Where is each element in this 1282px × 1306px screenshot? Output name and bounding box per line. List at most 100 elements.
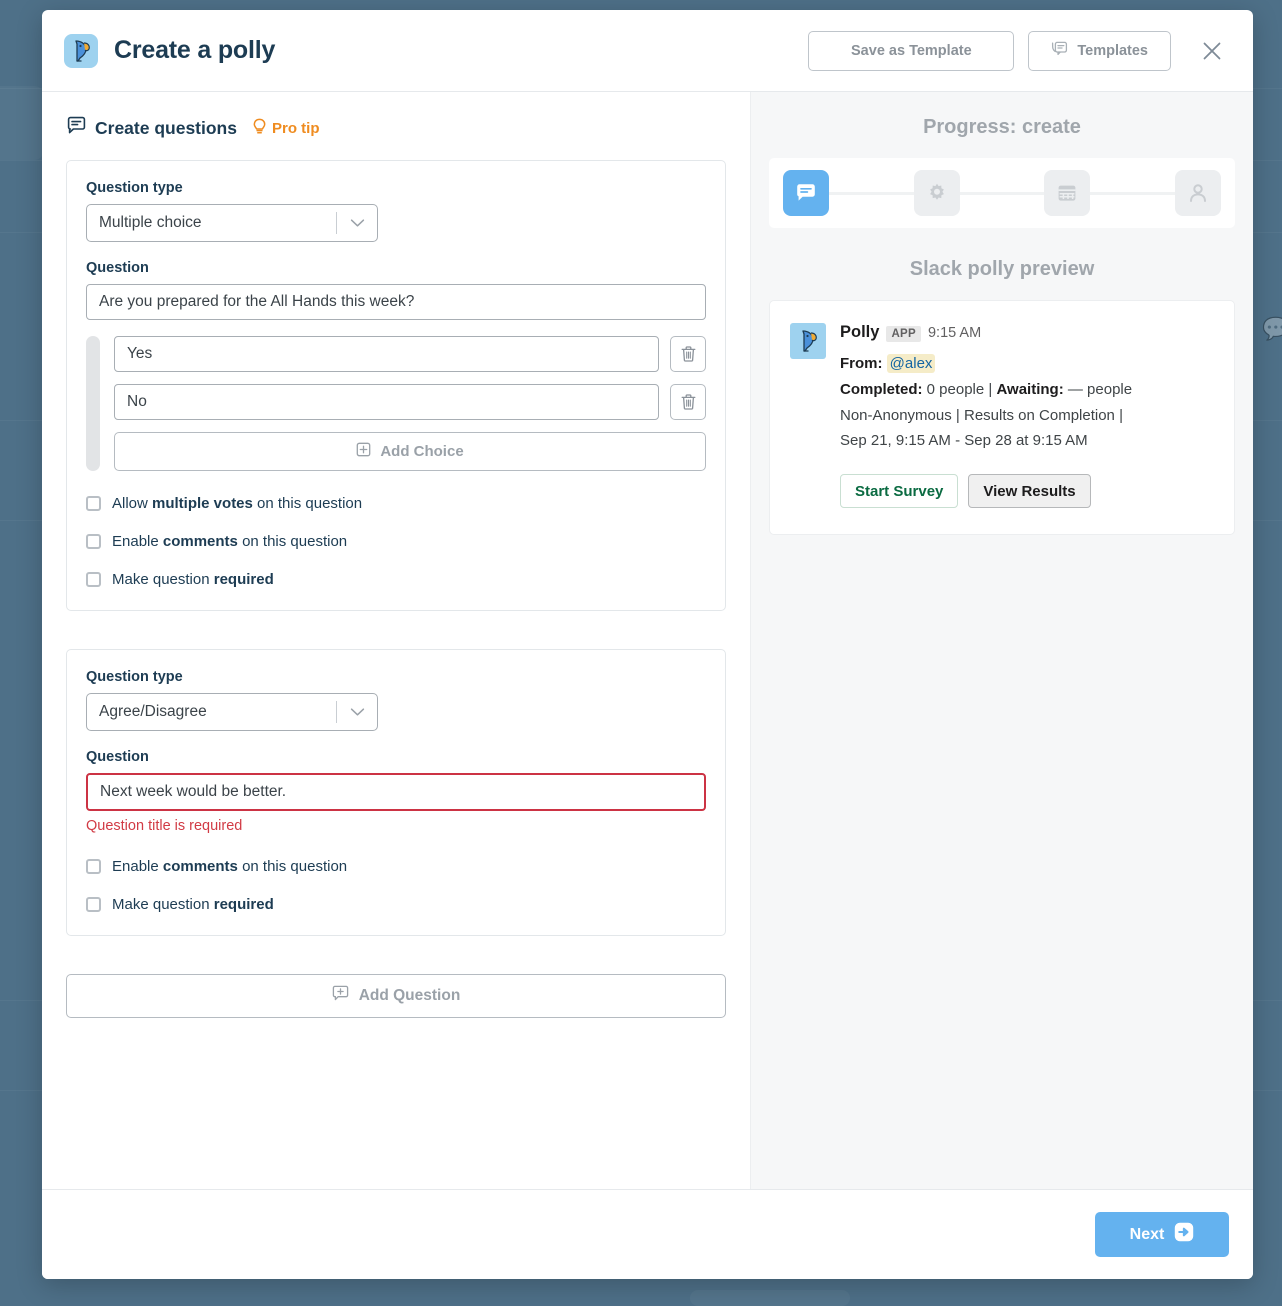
templates-button[interactable]: Templates bbox=[1028, 30, 1171, 71]
option-label: Make question required bbox=[112, 896, 274, 913]
question-type-value: Multiple choice bbox=[99, 214, 202, 231]
settings-line: Non-Anonymous | Results on Completion | bbox=[840, 403, 1214, 429]
from-line: From: @alex bbox=[840, 351, 1214, 377]
question-type-value: Agree/Disagree bbox=[99, 703, 207, 720]
awaiting-value: — people bbox=[1067, 380, 1133, 398]
option-label: Make question required bbox=[112, 571, 274, 588]
option-make-required[interactable]: Make question required bbox=[86, 571, 706, 588]
choices-section: Add Choice bbox=[86, 336, 706, 471]
option-label: Allow multiple votes on this question bbox=[112, 495, 363, 512]
question-type-select[interactable]: Multiple choice bbox=[86, 204, 378, 242]
trash-icon[interactable] bbox=[670, 336, 706, 372]
completed-value: 0 people bbox=[926, 380, 985, 398]
polly-parrot-icon bbox=[790, 323, 826, 359]
progress-step-create[interactable] bbox=[783, 170, 829, 216]
questions-pane: Create questions Pro tip Question type M… bbox=[42, 92, 750, 1189]
add-choice-button[interactable]: Add Choice bbox=[114, 432, 706, 471]
question-text-label: Question bbox=[86, 260, 149, 276]
pro-tip-link[interactable]: Pro tip bbox=[252, 118, 320, 139]
question-text-label: Question bbox=[86, 749, 149, 765]
results-mode-value: Results on Completion bbox=[963, 406, 1115, 424]
from-label: From: bbox=[840, 355, 883, 372]
chevron-down-icon bbox=[337, 218, 377, 228]
templates-stack-icon bbox=[1051, 40, 1068, 61]
checkbox[interactable] bbox=[86, 496, 101, 511]
option-enable-comments[interactable]: Enable comments on this question bbox=[86, 858, 706, 875]
question-text-input[interactable] bbox=[86, 773, 706, 811]
checkbox[interactable] bbox=[86, 897, 101, 912]
view-results-button[interactable]: View Results bbox=[968, 474, 1091, 509]
modal-header: Create a polly Save as Template Template… bbox=[42, 10, 1253, 92]
save-as-template-button[interactable]: Save as Template bbox=[808, 30, 1015, 71]
checkbox[interactable] bbox=[86, 534, 101, 549]
next-label: Next bbox=[1129, 1225, 1165, 1243]
polly-parrot-icon bbox=[64, 33, 98, 68]
option-make-required[interactable]: Make question required bbox=[86, 896, 706, 913]
next-button[interactable]: Next bbox=[1095, 1212, 1229, 1257]
choice-input[interactable] bbox=[114, 336, 659, 372]
progress-step-schedule[interactable] bbox=[1044, 170, 1091, 216]
meta-separator: | bbox=[955, 406, 960, 424]
slack-message-meta: From: @alex Completed: 0 people | Awaiti… bbox=[840, 351, 1214, 454]
lightbulb-icon bbox=[252, 118, 267, 139]
option-label: Enable comments on this question bbox=[112, 533, 348, 550]
add-question-button[interactable]: Add Question bbox=[66, 974, 726, 1018]
question-options: Allow multiple votes on this question En… bbox=[86, 495, 706, 588]
schedule-line: Sep 21, 9:15 AM - Sep 28 at 9:15 AM bbox=[840, 432, 1088, 450]
add-comment-icon bbox=[332, 985, 349, 1007]
section-header: Create questions Pro tip bbox=[66, 116, 726, 140]
progress-stepper bbox=[769, 158, 1235, 228]
close-icon[interactable] bbox=[1193, 32, 1231, 70]
meta-separator: | bbox=[1119, 406, 1123, 424]
slack-preview-card: Polly APP 9:15 AM From: @alex Completed:… bbox=[769, 300, 1235, 536]
plus-box-icon bbox=[356, 442, 371, 461]
slack-timestamp: 9:15 AM bbox=[927, 325, 982, 341]
question-type-label: Question type bbox=[86, 669, 183, 685]
create-polly-modal: Create a polly Save as Template Template… bbox=[42, 10, 1253, 1279]
app-badge: APP bbox=[886, 326, 921, 342]
question-type-select[interactable]: Agree/Disagree bbox=[86, 693, 378, 731]
add-choice-label: Add Choice bbox=[380, 443, 464, 460]
question-error-message: Question title is required bbox=[86, 818, 243, 834]
start-survey-button[interactable]: Start Survey bbox=[840, 474, 959, 509]
modal-footer: Next bbox=[42, 1189, 1253, 1279]
backdrop-bar bbox=[690, 1290, 850, 1306]
preview-pane: Progress: create Slack polly preview Pol… bbox=[750, 92, 1253, 1189]
checkbox[interactable] bbox=[86, 572, 101, 587]
section-title: Create questions bbox=[95, 117, 237, 138]
checkbox[interactable] bbox=[86, 859, 101, 874]
question-type-label: Question type bbox=[86, 180, 183, 196]
templates-label: Templates bbox=[1077, 42, 1148, 59]
progress-title: Progress: create bbox=[923, 116, 1081, 138]
pro-tip-label: Pro tip bbox=[271, 119, 320, 137]
trash-icon[interactable] bbox=[670, 384, 706, 420]
backdrop-glyph: 💬 bbox=[1262, 316, 1282, 341]
progress-step-settings[interactable] bbox=[913, 170, 960, 216]
question-options: Enable comments on this question Make qu… bbox=[86, 858, 706, 913]
slack-action-buttons: Start Survey View Results bbox=[840, 474, 1214, 509]
progress-connector bbox=[1090, 191, 1176, 195]
question-card: Question type Multiple choice Question A… bbox=[66, 160, 726, 611]
completed-label: Completed: bbox=[840, 380, 923, 398]
option-allow-multiple-votes[interactable]: Allow multiple votes on this question bbox=[86, 495, 706, 512]
modal-body: Create questions Pro tip Question type M… bbox=[42, 92, 1253, 1189]
choice-row bbox=[114, 336, 706, 372]
mention-alex[interactable]: @alex bbox=[886, 354, 936, 373]
choice-input[interactable] bbox=[114, 384, 659, 420]
slack-message-header: Polly APP 9:15 AM bbox=[840, 323, 1214, 342]
page-title: Create a polly bbox=[114, 36, 276, 64]
choice-row bbox=[114, 384, 706, 420]
preview-title: Slack polly preview bbox=[909, 258, 1095, 280]
header-actions: Save as Template Templates bbox=[808, 30, 1231, 71]
choices-drag-handle[interactable] bbox=[86, 336, 100, 471]
add-question-label: Add Question bbox=[358, 987, 461, 1004]
progress-connector bbox=[829, 191, 914, 195]
option-enable-comments[interactable]: Enable comments on this question bbox=[86, 533, 706, 550]
save-as-template-label: Save as Template bbox=[851, 42, 972, 59]
progress-step-audience[interactable] bbox=[1175, 170, 1222, 216]
question-text-input[interactable] bbox=[86, 284, 706, 320]
chevron-down-icon bbox=[337, 707, 377, 717]
question-card: Question type Agree/Disagree Question Qu… bbox=[66, 649, 726, 936]
awaiting-label: Awaiting: bbox=[996, 380, 1064, 398]
backdrop-avatar bbox=[0, 86, 44, 160]
